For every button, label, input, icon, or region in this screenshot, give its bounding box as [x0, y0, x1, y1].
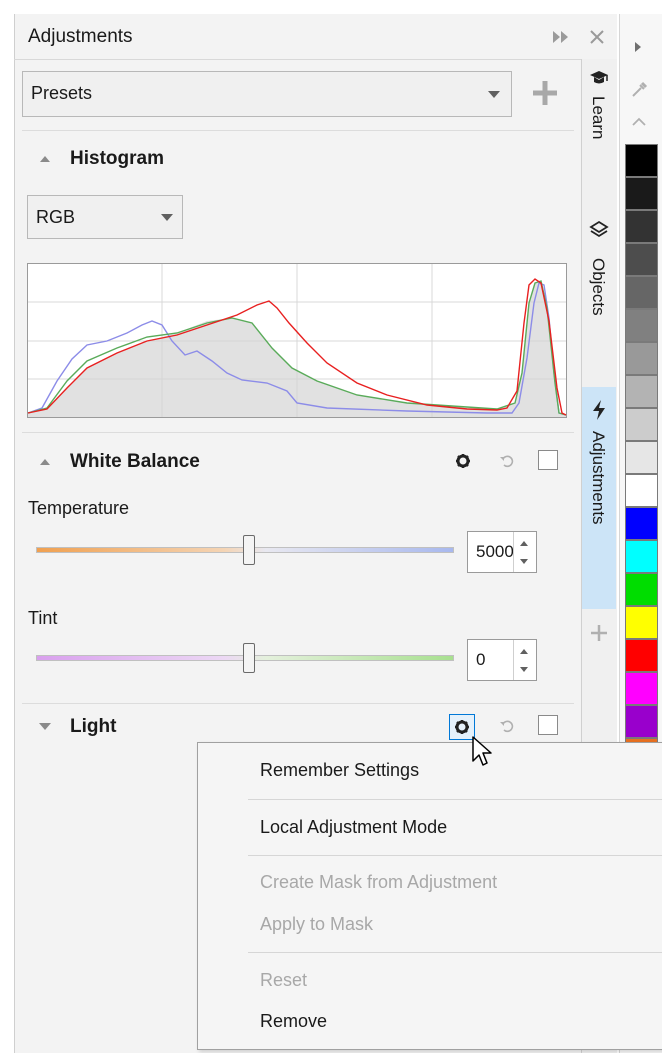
menu-item-remember-settings[interactable]: Remember Settings: [260, 760, 419, 781]
menu-item-apply-to-mask: Apply to Mask: [260, 914, 374, 934]
tab-adjustments-label: Adjustments: [589, 431, 608, 525]
light-reset-icon[interactable]: [498, 717, 516, 735]
palette-swatch[interactable]: [625, 276, 658, 309]
temperature-slider-thumb[interactable]: [243, 535, 256, 565]
channel-value: RGB: [36, 207, 76, 227]
spin-up-icon[interactable]: [520, 541, 528, 546]
expand-panel-icon[interactable]: [550, 28, 572, 46]
tint-spinner[interactable]: [513, 640, 536, 680]
panel-title: Adjustments: [28, 26, 133, 47]
palette-swatch[interactable]: [625, 177, 658, 210]
menu-separator: [248, 799, 662, 800]
palette-swatch[interactable]: [625, 606, 658, 639]
tab-objects-label: Objects: [589, 258, 608, 316]
palette-swatch[interactable]: [625, 309, 658, 342]
spin-up-icon[interactable]: [520, 649, 528, 654]
tab-learn-label: Learn: [589, 96, 608, 140]
menu-separator: [248, 952, 662, 953]
chevron-down-icon: [161, 214, 173, 221]
palette-swatch[interactable]: [625, 441, 658, 474]
tint-input[interactable]: 0: [467, 639, 537, 681]
palette-swatch[interactable]: [625, 210, 658, 243]
channel-dropdown[interactable]: RGB: [27, 195, 183, 239]
tint-slider[interactable]: [36, 643, 454, 673]
temperature-value: 5000: [476, 542, 514, 561]
palette-swatch[interactable]: [625, 375, 658, 408]
collapse-white-balance-icon[interactable]: [40, 459, 50, 465]
menu-item-create-mask: Create Mask from Adjustment: [260, 872, 498, 892]
white-balance-reset-icon[interactable]: [498, 452, 516, 470]
palette-scroll-up-icon[interactable]: [630, 115, 648, 127]
close-panel-icon[interactable]: [588, 27, 606, 47]
menu-item-local-adjustment-mode[interactable]: Local Adjustment Mode: [260, 817, 447, 838]
presets-dropdown[interactable]: Presets: [22, 71, 512, 117]
palette-swatch[interactable]: [625, 540, 658, 573]
add-docker-tab-icon[interactable]: [589, 623, 609, 643]
palette-swatch[interactable]: [625, 507, 658, 540]
mouse-pointer-icon: [471, 735, 493, 769]
presets-value: Presets: [31, 83, 93, 103]
layers-icon: [589, 220, 609, 240]
eyedropper-icon[interactable]: [629, 80, 649, 100]
menu-separator: [248, 855, 662, 856]
temperature-label: Temperature: [28, 498, 130, 518]
lightning-icon: [590, 399, 608, 421]
menu-item-reset: Reset: [260, 970, 308, 990]
palette-swatch[interactable]: [625, 705, 658, 738]
chevron-down-icon: [488, 91, 500, 98]
histogram-graph: [27, 263, 567, 418]
add-preset-icon[interactable]: [531, 79, 559, 107]
spin-down-icon[interactable]: [520, 559, 528, 564]
temperature-slider[interactable]: [36, 535, 454, 565]
palette-swatch[interactable]: [625, 408, 658, 441]
header-divider: [14, 59, 616, 60]
collapse-histogram-icon[interactable]: [40, 156, 50, 162]
palette-swatch[interactable]: [625, 639, 658, 672]
light-enable-checkbox[interactable]: [538, 715, 558, 735]
temperature-spinner[interactable]: [513, 532, 536, 572]
white-balance-title: White Balance: [70, 451, 200, 472]
tab-adjustments[interactable]: Adjustments: [582, 387, 616, 609]
spin-down-icon[interactable]: [520, 667, 528, 672]
histogram-divider: [22, 432, 574, 433]
menu-item-remove[interactable]: Remove: [260, 1011, 327, 1032]
tab-learn[interactable]: Learn: [582, 62, 616, 198]
tint-slider-thumb[interactable]: [243, 643, 256, 673]
palette-swatch[interactable]: [625, 573, 658, 606]
tint-value: 0: [476, 650, 486, 669]
expand-light-icon[interactable]: [39, 723, 51, 730]
white-balance-enable-checkbox[interactable]: [538, 450, 558, 470]
histogram-title: Histogram: [70, 148, 164, 169]
tab-objects[interactable]: Objects: [582, 210, 616, 370]
palette-swatch[interactable]: [625, 342, 658, 375]
palette-menu-icon[interactable]: [633, 40, 643, 52]
temperature-input[interactable]: 5000: [467, 531, 537, 573]
palette-swatch[interactable]: [625, 474, 658, 507]
tint-label: Tint: [28, 608, 58, 628]
white-balance-divider: [22, 703, 574, 704]
palette-swatch[interactable]: [625, 672, 658, 705]
white-balance-settings-icon[interactable]: [455, 453, 471, 469]
mortarboard-icon: [589, 68, 609, 88]
presets-divider: [22, 130, 574, 131]
palette-swatch[interactable]: [625, 144, 658, 177]
light-title: Light: [70, 716, 117, 737]
palette-swatch[interactable]: [625, 243, 658, 276]
context-menu: Remember Settings Local Adjustment Mode …: [197, 742, 662, 1050]
